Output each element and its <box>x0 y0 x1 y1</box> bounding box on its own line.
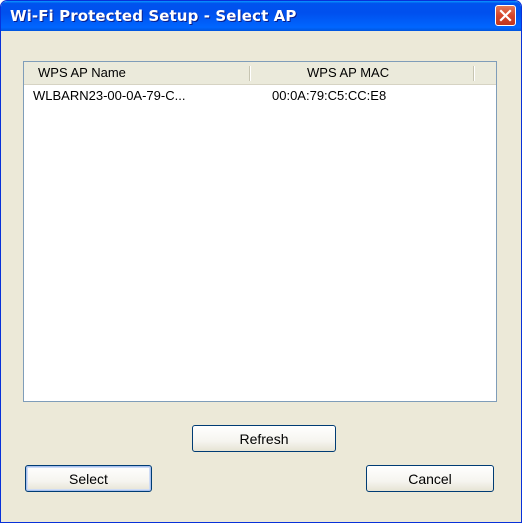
ap-list[interactable]: WPS AP Name WPS AP MAC WLBARN23-00-0A-79… <box>23 61 497 402</box>
close-icon <box>499 9 512 22</box>
list-header: WPS AP Name WPS AP MAC <box>24 62 496 85</box>
title-bar[interactable]: Wi-Fi Protected Setup - Select AP <box>1 1 521 31</box>
column-separator[interactable] <box>249 66 251 81</box>
column-header-ap-mac[interactable]: WPS AP MAC <box>307 62 389 84</box>
refresh-button[interactable]: Refresh <box>192 425 336 452</box>
dialog-body: WPS AP Name WPS AP MAC WLBARN23-00-0A-79… <box>4 31 518 519</box>
select-button[interactable]: Select <box>25 465 152 492</box>
list-item[interactable]: WLBARN23-00-0A-79-C... 00:0A:79:C5:CC:E8 <box>24 86 496 106</box>
wps-select-ap-dialog: Wi-Fi Protected Setup - Select AP WPS AP… <box>0 0 522 523</box>
window-title: Wi-Fi Protected Setup - Select AP <box>10 7 297 25</box>
ap-name-cell: WLBARN23-00-0A-79-C... <box>33 88 186 103</box>
close-button[interactable] <box>495 5 516 26</box>
column-separator[interactable] <box>473 66 475 81</box>
cancel-button[interactable]: Cancel <box>366 465 494 492</box>
ap-mac-cell: 00:0A:79:C5:CC:E8 <box>272 88 387 103</box>
column-header-ap-name[interactable]: WPS AP Name <box>38 62 126 84</box>
